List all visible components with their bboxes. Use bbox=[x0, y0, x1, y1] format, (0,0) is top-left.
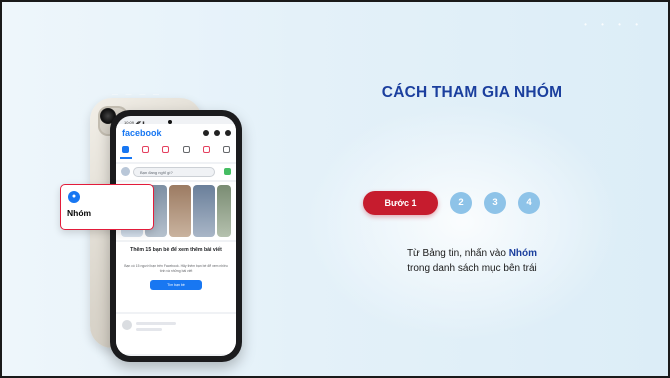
story-card[interactable] bbox=[169, 185, 191, 237]
page-title: CÁCH THAM GIA NHÓM bbox=[381, 84, 563, 101]
slide: • • • • — — — — 10:09 ◢◤ ▮ facebook Bạn … bbox=[0, 0, 670, 378]
add-icon[interactable] bbox=[203, 130, 209, 136]
header-actions bbox=[203, 130, 231, 136]
decorative-dots: • • • • bbox=[584, 20, 644, 29]
friends-icon[interactable] bbox=[162, 146, 170, 153]
find-friends-button[interactable]: Tìm bạn bè bbox=[150, 280, 202, 290]
feed-post-placeholder bbox=[116, 314, 236, 354]
active-tab-indicator bbox=[120, 157, 132, 159]
marketplace-icon[interactable] bbox=[182, 146, 190, 153]
step-1-button[interactable]: Bước 1 bbox=[363, 191, 438, 215]
groups-label: Nhóm bbox=[67, 208, 92, 218]
suggestion-body: Bạn có 15 người bạn trên Facebook. Hãy t… bbox=[124, 264, 228, 273]
groups-callout[interactable]: ● Nhóm bbox=[60, 184, 154, 230]
notifications-icon[interactable] bbox=[202, 146, 210, 153]
friend-suggestion-card: Thêm 15 bạn bè để xem thêm bài viết Bạn … bbox=[116, 242, 236, 312]
step-2-button[interactable]: 2 bbox=[450, 192, 472, 214]
search-icon[interactable] bbox=[214, 130, 220, 136]
front-phone: 10:09 ◢◤ ▮ facebook Bạn đang nghĩ gì? Th… bbox=[110, 110, 242, 362]
description-highlight: Nhóm bbox=[508, 248, 538, 259]
step-3-button[interactable]: 3 bbox=[484, 192, 506, 214]
avatar bbox=[122, 320, 132, 330]
facebook-logo[interactable]: facebook bbox=[122, 128, 162, 138]
facebook-header: facebook bbox=[116, 124, 236, 162]
photo-icon[interactable] bbox=[224, 168, 231, 175]
messenger-icon[interactable] bbox=[225, 130, 231, 136]
phone-screen: 10:09 ◢◤ ▮ facebook Bạn đang nghĩ gì? Th… bbox=[116, 116, 236, 356]
description-text-line2: trong danh sách mục bên trái bbox=[407, 263, 537, 274]
text-placeholder-line bbox=[136, 328, 162, 331]
avatar[interactable] bbox=[121, 167, 130, 176]
step-indicator: Bước 1 2 3 4 bbox=[363, 191, 540, 215]
video-icon[interactable] bbox=[142, 146, 150, 153]
step-description: Từ Bảng tin, nhấn vào Nhóm trong danh sá… bbox=[332, 246, 612, 276]
step-4-button[interactable]: 4 bbox=[518, 192, 540, 214]
story-card[interactable] bbox=[217, 185, 231, 237]
menu-icon[interactable] bbox=[222, 146, 230, 153]
story-card[interactable] bbox=[193, 185, 215, 237]
groups-icon: ● bbox=[68, 191, 80, 203]
text-placeholder-line bbox=[136, 322, 176, 325]
home-icon[interactable] bbox=[122, 146, 129, 153]
composer: Bạn đang nghĩ gì? bbox=[116, 164, 236, 180]
background-glow bbox=[302, 102, 622, 342]
suggestion-title: Thêm 15 bạn bè để xem thêm bài viết bbox=[130, 247, 222, 253]
facebook-tabs bbox=[122, 146, 230, 153]
composer-placeholder: Bạn đang nghĩ gì? bbox=[140, 170, 173, 175]
description-text: Từ Bảng tin, nhấn vào bbox=[406, 248, 509, 259]
composer-input[interactable]: Bạn đang nghĩ gì? bbox=[133, 167, 215, 177]
